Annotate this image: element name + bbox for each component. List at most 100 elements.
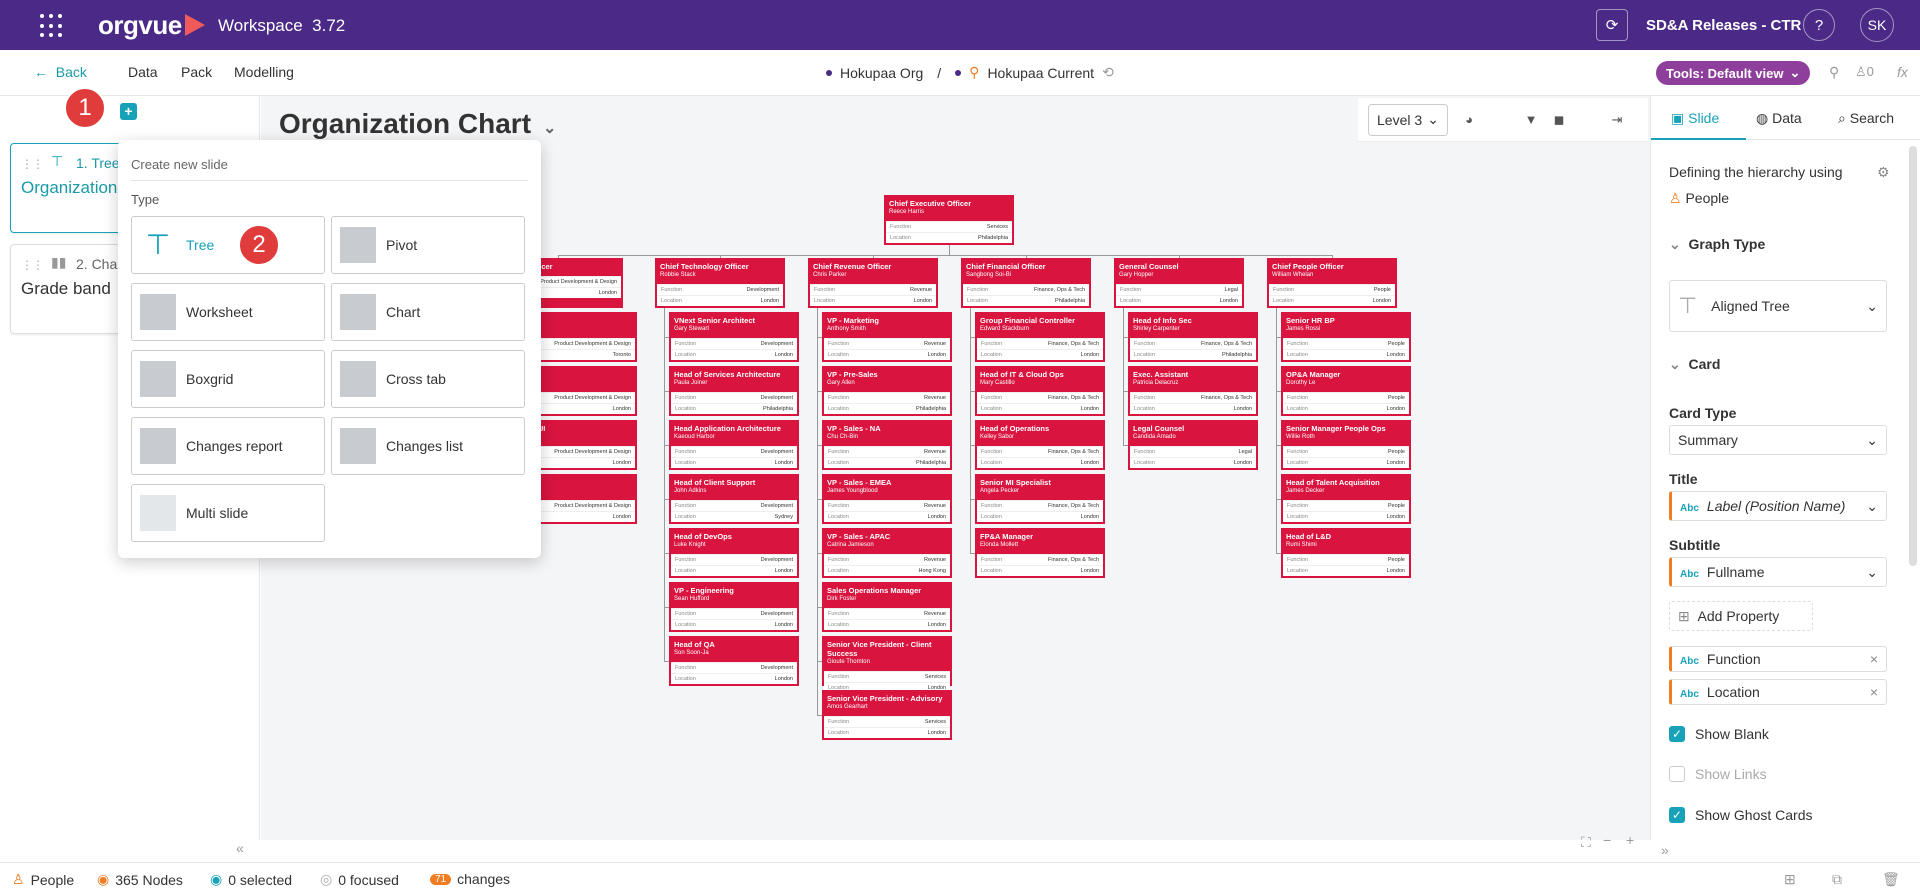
status-focused[interactable]: ◎ 0 focused [320,871,399,888]
org-card[interactable]: Head of IT & Cloud Ops Mary Castillo Funct… [975,366,1105,416]
org-card[interactable]: VP - Sales - EMEA James Youngblood Functio… [822,474,952,524]
breadcrumb-org[interactable]: Hokupaa Org [840,65,923,81]
menu-data[interactable]: Data [128,64,158,80]
org-card[interactable]: Senior Manager People Ops Willie Roth Func… [1281,420,1411,470]
subtitle-select[interactable]: Abc Fullname ⌄ [1669,557,1887,587]
org-card[interactable]: Chief Financial Officer Sangbong Soi-Bi Fu… [961,258,1091,308]
breadcrumb-current[interactable]: Hokupaa Current [987,65,1094,81]
refresh-button[interactable]: ⟳ [1596,9,1628,41]
org-card[interactable]: Head of Client Support John Adkins Functio… [669,474,799,524]
show-ghost-cards-checkbox[interactable]: ✓ [1669,807,1685,823]
chevron-down-icon[interactable]: ⌄ [543,120,556,137]
title-select[interactable]: Abc Label (Position Name) ⌄ [1669,491,1887,521]
slide-type-worksheet[interactable]: Worksheet [131,283,325,341]
menu-modelling[interactable]: Modelling [234,64,294,80]
org-card[interactable]: Group Financial Controller Edward Stackbu… [975,312,1105,362]
org-card[interactable]: OP&A Manager Dorothy Le Function People Loca… [1281,366,1411,416]
status-changes[interactable]: 71 changes [430,871,510,887]
hierarchy-dataset[interactable]: ♙ People [1669,190,1729,207]
org-card[interactable]: Head of Info Sec Shirley Carpenter Functio… [1128,312,1258,362]
property-function[interactable]: Abc Function × [1669,646,1887,672]
zoom-in-icon[interactable]: + [1626,832,1634,848]
org-card[interactable]: VP - Sales - APAC Catrina Jamieson Functio… [822,528,952,578]
layers-icon[interactable]: ◼ [1552,112,1566,127]
slide-type-changes-list[interactable]: Changes list [331,417,525,475]
org-card[interactable]: Senior MI Specialist Angela Pecker Functio… [975,474,1105,524]
chart-title[interactable]: Organization Chart ⌄ [279,108,556,140]
org-card[interactable]: Legal Counsel Candida Amado Function Legal L… [1128,420,1258,470]
tab-search[interactable]: ⌕ Search [1838,110,1894,127]
org-card[interactable]: VP - Engineering Sean Hufford Function Deve… [669,582,799,632]
expand-right-icon[interactable]: » [1661,842,1669,858]
org-card[interactable]: VP - Sales - NA Chu Ch-Bin Function Revenue… [822,420,952,470]
org-card[interactable]: Head of DevOps Luke Knight Function Develop… [669,528,799,578]
org-card[interactable]: Exec. Assistant Patricia Delacruz Function… [1128,366,1258,416]
org-card[interactable]: Chief Revenue Officer Chris Parker Functio… [808,258,938,308]
gear-icon[interactable]: ⚙ [1877,164,1890,181]
add-slide-button[interactable]: + [120,103,137,120]
drag-handle-icon[interactable]: ⋮⋮ [21,157,44,171]
drag-handle-icon[interactable]: ⋮⋮ [21,258,44,272]
org-card[interactable]: Senior Vice President - Advisory Amos Gea… [822,690,952,740]
org-card[interactable]: Head of Operations Kelley Sabor Function Fi… [975,420,1105,470]
org-card[interactable]: VP - Pre-Sales Gary Allen Function Revenue L… [822,366,952,416]
org-card[interactable]: Senior Vice President - Client Success Gi… [822,636,952,693]
add-property-button[interactable]: ⊞ Add Property [1669,601,1813,631]
duplicate-icon[interactable]: ⧉ [1832,871,1842,888]
slide-type-cross-tab[interactable]: Cross tab [331,350,525,408]
org-card[interactable]: Head of L&D Rumi Shimi Function People Locat… [1281,528,1411,578]
help-button[interactable]: ? [1803,9,1835,41]
org-card[interactable]: General Counsel Gary Hopper Function Legal L… [1114,258,1244,308]
org-card[interactable]: FP&A Manager Elonda Mollett Function Financ… [975,528,1105,578]
scrollbar[interactable] [1909,146,1917,566]
org-card[interactable]: Chief Technology Officer Robbie Stack Func… [655,258,785,308]
org-card[interactable]: Head Application Architecture Kaeoud Harb… [669,420,799,470]
back-button[interactable]: ← Back [34,64,87,80]
collapse-left-icon[interactable]: « [236,840,244,856]
filter-icon[interactable]: ▼ [1524,112,1538,127]
graph-type-select[interactable]: ⊤ Aligned Tree ⌄ [1669,280,1887,332]
slide-type-tree[interactable]: ⊤ Tree [131,216,325,274]
slide-type-changes-report[interactable]: Changes report [131,417,325,475]
tools-default-view-button[interactable]: Tools: Default view ⌄ [1656,61,1811,85]
slide-type-pivot[interactable]: Pivot [331,216,525,274]
show-links-checkbox[interactable] [1669,766,1685,782]
menu-pack[interactable]: Pack [181,64,212,80]
org-card[interactable]: Head of QA Son Soon-Ja Function Development… [669,636,799,686]
org-card[interactable]: Head of Services Architecture Paula Joine… [669,366,799,416]
org-card[interactable]: Chief Executive Officer Reece Harris Funct… [884,195,1014,245]
card-section[interactable]: ⌄ Card [1669,356,1720,373]
trash-icon[interactable]: 🗑 [1882,871,1900,888]
export-icon[interactable]: ⇥ [1610,112,1624,127]
fx-icon[interactable]: fx [1897,64,1908,80]
sync-icon[interactable]: ⟲ [1102,64,1114,81]
status-dataset[interactable]: ♙ People [12,871,74,888]
level-select[interactable]: Level 3 ⌄ [1368,103,1448,136]
graph-type-section[interactable]: ⌄ Graph Type [1669,236,1765,253]
close-icon[interactable]: × [1870,684,1878,700]
show-blank-checkbox[interactable]: ✓ [1669,726,1685,742]
org-card[interactable]: Head of Talent Acquisition James Decker Fu… [1281,474,1411,524]
slide-type-boxgrid[interactable]: Boxgrid [131,350,325,408]
release-name[interactable]: SD&A Releases - CTR [1646,17,1801,34]
close-icon[interactable]: × [1870,651,1878,667]
avatar[interactable]: SK [1860,8,1894,42]
property-location[interactable]: Abc Location × [1669,679,1887,705]
status-selected[interactable]: ◉ 0 selected [210,871,292,888]
tab-data[interactable]: ◍ Data [1756,110,1802,127]
org-card[interactable]: VNext Senior Architect Gary Stewart Functi… [669,312,799,362]
add-icon[interactable]: ⊞ [1784,871,1796,888]
org-card[interactable]: VP - Marketing Anthony Smith Function Reven… [822,312,952,362]
zoom-out-icon[interactable]: − [1603,832,1611,848]
fit-screen-icon[interactable]: ⛶ [1581,834,1591,851]
app-grid-icon[interactable] [40,14,64,38]
tab-slide[interactable]: ▣ Slide [1671,110,1719,127]
org-card[interactable]: Sales Operations Manager Dirk Foster Funct… [822,582,952,632]
org-card[interactable]: Chief People Officer William Whelan Functi… [1267,258,1397,308]
pin-icon[interactable]: ⚲ [1829,64,1839,81]
slide-type-chart[interactable]: Chart [331,283,525,341]
org-card[interactable]: Senior HR BP James Rossi Function People Loc… [1281,312,1411,362]
collaborators-counter[interactable]: ♙0 [1855,64,1874,80]
slide-type-multi-slide[interactable]: Multi slide [131,484,325,542]
status-nodes[interactable]: ◉ 365 Nodes [97,871,183,888]
